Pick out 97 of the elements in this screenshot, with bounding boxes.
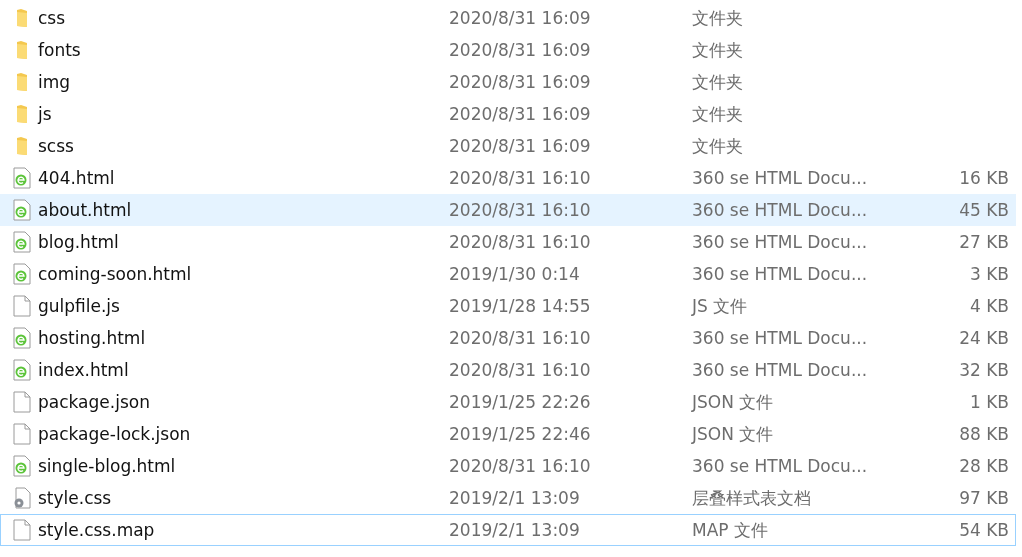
browser-file-icon: [12, 167, 31, 189]
modified-date: 2019/1/25 22:46: [449, 424, 592, 444]
browser-file-icon: [12, 455, 31, 477]
file-row[interactable]: style.css 2019/2/1 13:09 层叠样式表文档 97 KB: [0, 482, 1016, 514]
file-type: MAP 文件: [692, 518, 769, 542]
file-name: blog.html: [38, 232, 120, 252]
file-row[interactable]: about.html 2020/8/31 16:10 360 se HTML Docu... 45 KB: [0, 194, 1016, 226]
file-type: JS 文件: [692, 294, 749, 318]
file-row[interactable]: style.css.map 2019/2/1 13:09 MAP 文件 54 KB: [0, 514, 1016, 546]
modified-date: 2020/8/31 16:09: [449, 136, 592, 156]
file-size: 32 KB: [959, 360, 1009, 380]
modified-date: 2020/8/31 16:09: [449, 72, 592, 92]
file-row[interactable]: gulpfile.js 2019/1/28 14:55 JS 文件 4 KB: [0, 290, 1016, 322]
file-row[interactable]: js 2020/8/31 16:09 文件夹: [0, 98, 1016, 130]
file-type: JSON 文件: [692, 422, 775, 446]
modified-date: 2020/8/31 16:10: [449, 200, 592, 220]
file-name: fonts: [38, 40, 82, 60]
folder-icon: [15, 8, 28, 28]
modified-date: 2020/8/31 16:10: [449, 168, 592, 188]
folder-icon: [15, 40, 28, 60]
browser-file-icon: [12, 231, 31, 253]
file-type: 360 se HTML Docu...: [692, 264, 869, 284]
file-type: 文件夹: [692, 102, 744, 126]
file-size: 3 KB: [969, 264, 1009, 284]
modified-date: 2020/8/31 16:10: [449, 232, 592, 252]
modified-date: 2019/1/30 0:14: [449, 264, 581, 284]
file-size: 88 KB: [959, 424, 1009, 444]
file-row[interactable]: img 2020/8/31 16:09 文件夹: [0, 66, 1016, 98]
settings-file-icon: [12, 487, 31, 509]
file-size: 24 KB: [959, 328, 1009, 348]
file-name: style.css.map: [38, 520, 156, 540]
file-name: style.css: [38, 488, 113, 508]
file-name: hosting.html: [38, 328, 147, 348]
file-type: 文件夹: [692, 134, 744, 158]
browser-file-icon: [12, 359, 31, 381]
file-size: 54 KB: [959, 520, 1009, 540]
file-row[interactable]: scss 2020/8/31 16:09 文件夹: [0, 130, 1016, 162]
file-size: 97 KB: [959, 488, 1009, 508]
file-name: scss: [38, 136, 75, 156]
file-name: css: [38, 8, 67, 28]
file-row[interactable]: coming-soon.html 2019/1/30 0:14 360 se HTML Docu... 3 KB: [0, 258, 1016, 290]
modified-date: 2019/1/25 22:26: [449, 392, 592, 412]
file-size: 28 KB: [959, 456, 1009, 476]
file-row[interactable]: package.json 2019/1/25 22:26 JSON 文件 1 KB: [0, 386, 1016, 418]
folder-icon: [15, 136, 28, 156]
file-size: 45 KB: [959, 200, 1009, 220]
file-type: 360 se HTML Docu...: [692, 456, 869, 476]
file-type: 360 se HTML Docu...: [692, 168, 869, 188]
modified-date: 2019/2/1 13:09: [449, 520, 581, 540]
file-name: coming-soon.html: [38, 264, 193, 284]
file-size: 1 KB: [969, 392, 1009, 412]
modified-date: 2020/8/31 16:09: [449, 104, 592, 124]
folder-icon: [15, 72, 28, 92]
modified-date: 2020/8/31 16:10: [449, 328, 592, 348]
file-icon: [12, 295, 31, 317]
file-name: package-lock.json: [38, 424, 192, 444]
modified-date: 2019/2/1 13:09: [449, 488, 581, 508]
file-name: single-blog.html: [38, 456, 177, 476]
modified-date: 2020/8/31 16:10: [449, 456, 592, 476]
modified-date: 2019/1/28 14:55: [449, 296, 592, 316]
file-name: package.json: [38, 392, 151, 412]
file-row[interactable]: single-blog.html 2020/8/31 16:10 360 se HTML Docu... 28 KB: [0, 450, 1016, 482]
file-row[interactable]: index.html 2020/8/31 16:10 360 se HTML Docu... 32 KB: [0, 354, 1016, 386]
file-row[interactable]: fonts 2020/8/31 16:09 文件夹: [0, 34, 1016, 66]
file-icon: [12, 423, 31, 445]
file-icon: [12, 391, 31, 413]
file-name: gulpfile.js: [38, 296, 121, 316]
file-row[interactable]: package-lock.json 2019/1/25 22:46 JSON 文件 88 KB: [0, 418, 1016, 450]
file-size: 4 KB: [969, 296, 1009, 316]
browser-file-icon: [12, 327, 31, 349]
file-type: 360 se HTML Docu...: [692, 328, 869, 348]
file-row[interactable]: 404.html 2020/8/31 16:10 360 se HTML Docu... 16 KB: [0, 162, 1016, 194]
file-type: 文件夹: [692, 6, 744, 30]
file-name: img: [38, 72, 72, 92]
browser-file-icon: [12, 199, 31, 221]
folder-icon: [15, 104, 28, 124]
file-type: 层叠样式表文档: [692, 486, 812, 510]
browser-file-icon: [12, 263, 31, 285]
file-row[interactable]: blog.html 2020/8/31 16:10 360 se HTML Docu... 27 KB: [0, 226, 1016, 258]
file-name: about.html: [38, 200, 133, 220]
file-type: 360 se HTML Docu...: [692, 232, 869, 252]
file-row[interactable]: hosting.html 2020/8/31 16:10 360 se HTML Docu... 24 KB: [0, 322, 1016, 354]
file-name: 404.html: [38, 168, 116, 188]
file-icon: [12, 519, 31, 541]
modified-date: 2020/8/31 16:09: [449, 40, 592, 60]
file-row[interactable]: css 2020/8/31 16:09 文件夹: [0, 2, 1016, 34]
modified-date: 2020/8/31 16:09: [449, 8, 592, 28]
file-name: index.html: [38, 360, 130, 380]
file-type: 360 se HTML Docu...: [692, 360, 869, 380]
file-type: 文件夹: [692, 70, 744, 94]
file-type: 360 se HTML Docu...: [692, 200, 869, 220]
file-size: 16 KB: [959, 168, 1009, 188]
file-size: 27 KB: [959, 232, 1009, 252]
file-type: 文件夹: [692, 38, 744, 62]
file-name: js: [38, 104, 53, 124]
file-type: JSON 文件: [692, 390, 775, 414]
modified-date: 2020/8/31 16:10: [449, 360, 592, 380]
